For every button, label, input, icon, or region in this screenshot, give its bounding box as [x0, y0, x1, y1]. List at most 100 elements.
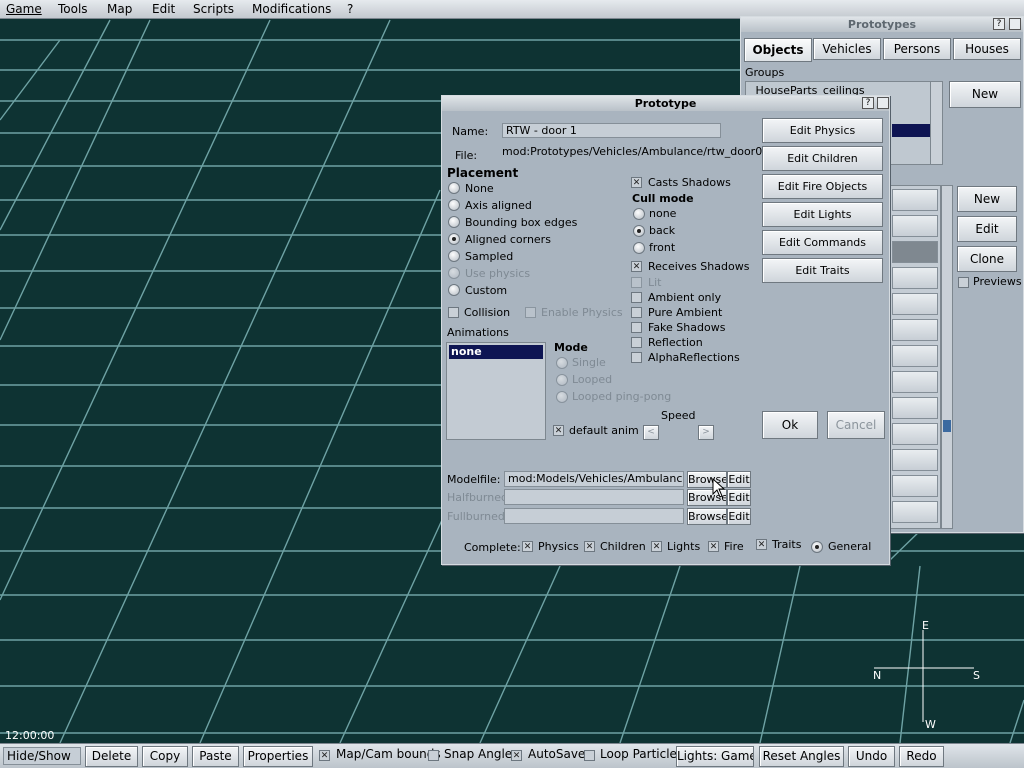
- menu-help[interactable]: ?: [347, 2, 353, 16]
- edit-commands-button[interactable]: Edit Commands: [762, 230, 883, 255]
- modelfile-edit-button[interactable]: Edit: [727, 471, 751, 488]
- modelfile-field[interactable]: mod:Models/Vehicles/Ambulance/rtw: [504, 471, 684, 487]
- cull-none-radio[interactable]: [633, 208, 645, 220]
- paste-button[interactable]: Paste: [192, 746, 239, 767]
- alpha-reflections-checkbox[interactable]: [631, 352, 642, 363]
- reflection-checkbox[interactable]: [631, 337, 642, 348]
- placement-bbox-radio[interactable]: [448, 216, 460, 228]
- list-item[interactable]: [892, 449, 938, 471]
- new-prototype-button[interactable]: New: [957, 186, 1017, 212]
- fake-shadows-checkbox[interactable]: [631, 322, 642, 333]
- casts-shadows-checkbox[interactable]: [631, 177, 642, 188]
- edit-physics-button[interactable]: Edit Physics: [762, 118, 883, 143]
- placement-sampled-radio[interactable]: [448, 250, 460, 262]
- fullburned-field[interactable]: [504, 508, 684, 524]
- name-field[interactable]: RTW - door 1: [502, 123, 721, 138]
- lights-game-button[interactable]: Lights: Game: [676, 746, 754, 767]
- help-icon[interactable]: ?: [862, 97, 874, 109]
- speed-decrease-button[interactable]: <: [643, 425, 659, 440]
- speed-label: Speed: [661, 409, 696, 422]
- list-item[interactable]: [892, 267, 938, 289]
- new-group-button[interactable]: New: [949, 81, 1021, 108]
- redo-button[interactable]: Redo: [899, 746, 944, 767]
- collision-checkbox[interactable]: [448, 307, 459, 318]
- anim-item-selected[interactable]: none: [449, 345, 543, 359]
- menu-edit[interactable]: Edit: [152, 2, 175, 16]
- list-item[interactable]: [892, 501, 938, 523]
- tab-persons[interactable]: Persons: [883, 38, 951, 60]
- pure-ambient-checkbox[interactable]: [631, 307, 642, 318]
- edit-fire-objects-button[interactable]: Edit Fire Objects: [762, 174, 883, 199]
- previews-checkbox[interactable]: [958, 277, 969, 288]
- tab-objects[interactable]: Objects: [744, 38, 812, 62]
- speed-increase-button[interactable]: >: [698, 425, 714, 440]
- complete-lights-checkbox[interactable]: [651, 541, 662, 552]
- map-cam-bounds-checkbox[interactable]: [319, 750, 330, 761]
- delete-button[interactable]: Delete: [85, 746, 138, 767]
- complete-traits-checkbox[interactable]: [756, 539, 767, 550]
- menu-scripts[interactable]: Scripts: [193, 2, 234, 16]
- ambient-only-checkbox[interactable]: [631, 292, 642, 303]
- halfburned-edit-button[interactable]: Edit: [727, 489, 751, 506]
- edit-traits-button[interactable]: Edit Traits: [762, 258, 883, 283]
- fullburned-edit-button[interactable]: Edit: [727, 508, 751, 525]
- receives-shadows-checkbox[interactable]: [631, 261, 642, 272]
- complete-children-checkbox[interactable]: [584, 541, 595, 552]
- copy-button[interactable]: Copy: [142, 746, 188, 767]
- tab-vehicles[interactable]: Vehicles: [813, 38, 881, 60]
- placement-axis-radio[interactable]: [448, 199, 460, 211]
- list-item[interactable]: [892, 423, 938, 445]
- menu-tools[interactable]: Tools: [58, 2, 88, 16]
- lit-checkbox: [631, 277, 642, 288]
- cull-back-radio[interactable]: [633, 225, 645, 237]
- fullburned-browse-button[interactable]: Browse: [687, 508, 727, 525]
- group-item-selected[interactable]: [892, 124, 932, 137]
- undo-button[interactable]: Undo: [848, 746, 895, 767]
- edit-lights-button[interactable]: Edit Lights: [762, 202, 883, 227]
- placement-corners-radio[interactable]: [448, 233, 460, 245]
- properties-button[interactable]: Properties: [243, 746, 313, 767]
- dialog-titlebar[interactable]: Prototype: [442, 96, 889, 111]
- prototype-list[interactable]: [889, 185, 941, 529]
- menu-modifications[interactable]: Modifications: [252, 2, 331, 16]
- list-item[interactable]: [892, 475, 938, 497]
- hide-show-field[interactable]: Hide/Show: [3, 747, 81, 765]
- prototype-list-scrollbar[interactable]: [941, 185, 953, 529]
- help-icon[interactable]: ?: [993, 18, 1005, 30]
- edit-prototype-button[interactable]: Edit: [957, 216, 1017, 242]
- list-item[interactable]: [892, 319, 938, 341]
- complete-physics-checkbox[interactable]: [522, 541, 533, 552]
- menu-game[interactable]: Game: [6, 2, 42, 16]
- clone-prototype-button[interactable]: Clone: [957, 246, 1017, 272]
- placement-custom-radio[interactable]: [448, 284, 460, 296]
- halfburned-field[interactable]: [504, 489, 684, 505]
- autosave-checkbox[interactable]: [511, 750, 522, 761]
- ok-button[interactable]: Ok: [762, 411, 818, 439]
- list-item[interactable]: [892, 215, 938, 237]
- reset-angles-button[interactable]: Reset Angles: [759, 746, 844, 767]
- tab-houses[interactable]: Houses: [953, 38, 1021, 60]
- cancel-button[interactable]: Cancel: [827, 411, 885, 439]
- list-item[interactable]: [892, 293, 938, 315]
- list-item-selected[interactable]: [892, 241, 938, 263]
- loop-particles-checkbox[interactable]: [584, 750, 595, 761]
- placement-none-radio[interactable]: [448, 182, 460, 194]
- list-item[interactable]: [892, 397, 938, 419]
- menu-map[interactable]: Map: [107, 2, 132, 16]
- close-icon[interactable]: [1009, 18, 1021, 30]
- list-item[interactable]: [892, 189, 938, 211]
- mode-looped-label: Looped: [572, 373, 613, 386]
- default-anim-checkbox[interactable]: [553, 425, 564, 436]
- animations-list[interactable]: none: [446, 342, 546, 440]
- close-icon[interactable]: [877, 97, 889, 109]
- list-item[interactable]: [892, 345, 938, 367]
- groups-scrollbar[interactable]: [930, 81, 943, 165]
- list-item[interactable]: [892, 371, 938, 393]
- complete-general-radio[interactable]: [811, 541, 823, 553]
- prototypes-titlebar[interactable]: Prototypes: [741, 17, 1023, 32]
- complete-fire-checkbox[interactable]: [708, 541, 719, 552]
- scroll-thumb[interactable]: [943, 420, 951, 432]
- snap-angles-checkbox[interactable]: [428, 750, 439, 761]
- edit-children-button[interactable]: Edit Children: [762, 146, 883, 171]
- cull-front-radio[interactable]: [633, 242, 645, 254]
